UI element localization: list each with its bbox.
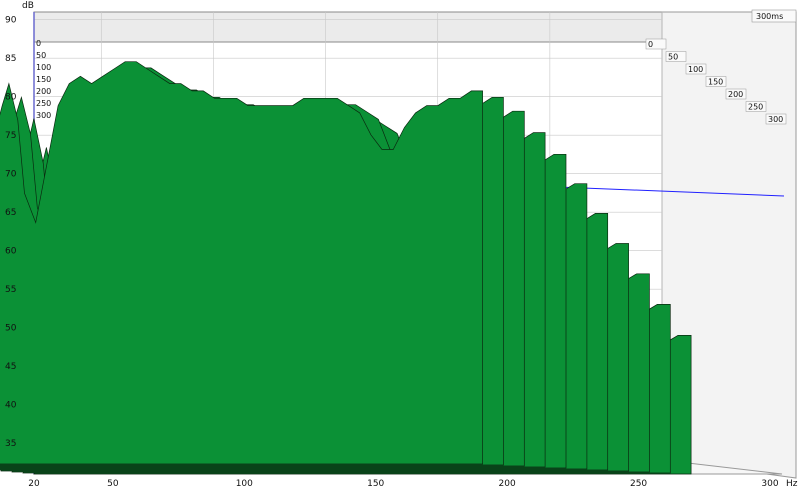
time-tick-left: 200 <box>36 87 51 96</box>
waterfall-slices <box>0 61 692 475</box>
y-tick-label: 60 <box>5 247 17 257</box>
y-tick-label: 80 <box>5 93 17 103</box>
time-tick-left: 300 <box>36 111 51 120</box>
y-tick-label: 35 <box>5 439 16 449</box>
chart-back-wall <box>33 11 663 43</box>
y-tick-label: 70 <box>5 170 17 180</box>
time-tick-left: 0 <box>36 39 41 48</box>
x-axis-unit-label: Hz <box>786 479 798 489</box>
y-tick-label: 85 <box>5 54 16 64</box>
time-tick-left: 50 <box>36 51 46 60</box>
y-tick-label: 50 <box>5 324 17 334</box>
time-tick-left: 150 <box>36 75 51 84</box>
time-tick-right: 300 <box>768 115 783 124</box>
time-range-label: 300ms <box>756 12 783 21</box>
time-tick-right: 50 <box>668 53 678 62</box>
y-tick-label: 40 <box>5 401 17 411</box>
time-tick-right: 100 <box>688 65 703 74</box>
waterfall-slice-0ms <box>0 61 483 465</box>
y-tick-label: 90 <box>5 16 17 26</box>
x-tick-label: 300 <box>761 479 778 489</box>
waterfall-chart: 35 40 45 50 55 60 65 70 75 80 85 90 20 50 100 150 200 25… <box>0 1 798 489</box>
time-tick-right: 200 <box>728 90 743 99</box>
y-axis-label: dB <box>22 1 34 11</box>
time-tick-right: 0 <box>648 40 653 49</box>
time-tick-right: 250 <box>748 103 763 112</box>
x-tick-label: 100 <box>236 479 253 489</box>
y-tick-label: 75 <box>5 131 16 141</box>
x-tick-label: 50 <box>107 479 119 489</box>
y-tick-label: 65 <box>5 208 16 218</box>
x-tick-label: 250 <box>630 479 647 489</box>
y-tick-label: 55 <box>5 285 16 295</box>
x-tick-label: 20 <box>28 479 40 489</box>
x-tick-label: 150 <box>367 479 384 489</box>
time-tick-left: 100 <box>36 63 51 72</box>
time-tick-left: 250 <box>36 99 51 108</box>
time-tick-right: 150 <box>708 78 723 87</box>
y-tick-label: 45 <box>5 362 16 372</box>
x-tick-label: 200 <box>499 479 516 489</box>
x-axis-ticks: 20 50 100 150 200 250 300 <box>28 479 779 489</box>
